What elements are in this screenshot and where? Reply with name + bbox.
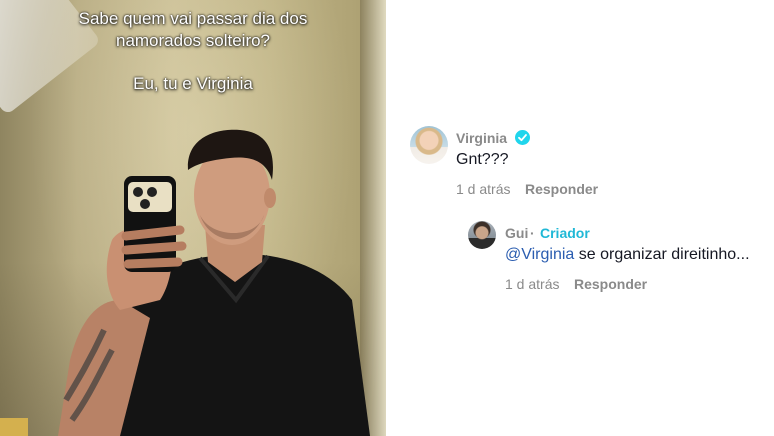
comment-username[interactable]: Virginia — [456, 130, 507, 146]
comment-text: Gnt??? — [456, 151, 509, 168]
video-caption-line: namorados solteiro? — [115, 31, 271, 50]
comment-timestamp: 1 d atrás — [456, 181, 511, 197]
comment-text: @Virginia se organizar direitinho... — [505, 246, 750, 264]
comments-panel: Virginia Gnt??? 1 d atrás Responder Gui … — [386, 0, 774, 436]
reply-button[interactable]: Responder — [574, 276, 647, 292]
mention-link[interactable]: @Virginia — [505, 246, 574, 263]
reply-button[interactable]: Responder — [525, 181, 598, 197]
creator-badge: Criador — [540, 225, 590, 241]
comment-text-body: se organizar direitinho... — [574, 246, 750, 263]
avatar[interactable] — [410, 126, 448, 164]
video-caption-line: Eu, tu e Virginia — [133, 74, 253, 93]
video-frame[interactable]: Sabe quem vai passar dia dos namorados s… — [0, 0, 386, 436]
verified-badge-icon — [515, 130, 530, 145]
comment-username[interactable]: Gui — [505, 225, 528, 241]
selfie-person-image — [0, 129, 370, 436]
video-caption-line: Sabe quem vai passar dia dos — [78, 9, 308, 28]
comment-timestamp: 1 d atrás — [505, 276, 560, 292]
separator-dot: · — [530, 225, 535, 241]
avatar[interactable] — [468, 221, 496, 249]
